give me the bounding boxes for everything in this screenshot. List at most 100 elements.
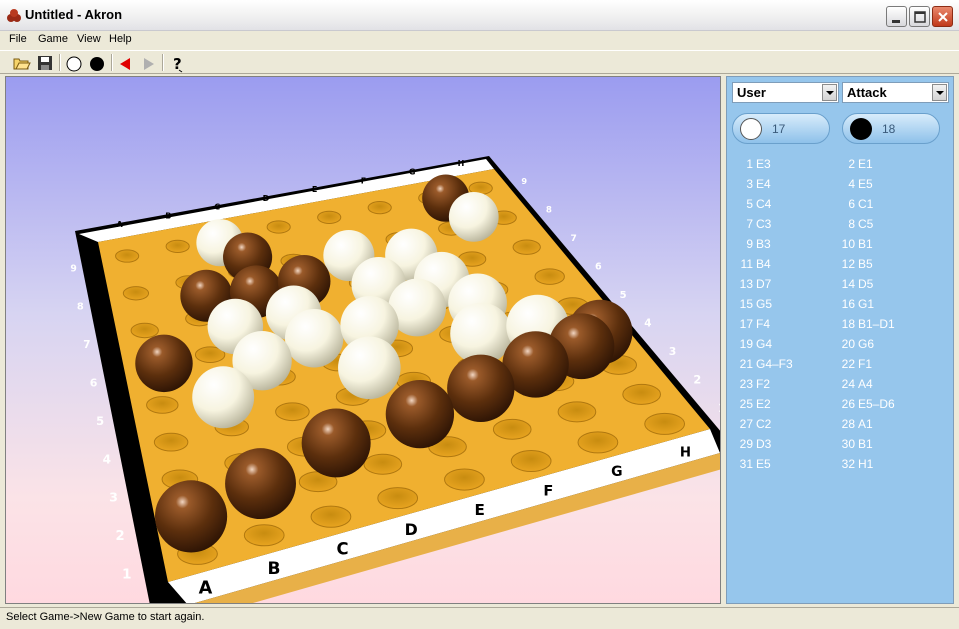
move-value: F1 [858, 357, 873, 371]
menu-file[interactable]: File [9, 33, 27, 45]
board-hole[interactable] [622, 383, 661, 405]
board-coordinate-label: 5 [96, 414, 104, 428]
move-entry: 7 C3 [727, 217, 771, 231]
board-hole[interactable] [644, 412, 686, 435]
move-entry: 13 D7 [727, 277, 772, 291]
move-entry: 21 G4–F3 [727, 357, 793, 371]
move-number: 15 [739, 297, 753, 311]
menu-bar: File Game View Help [0, 31, 959, 49]
board-hole[interactable] [534, 268, 565, 285]
black-ball[interactable] [385, 379, 455, 449]
board-coordinate-label: 3 [109, 490, 118, 505]
white-ball[interactable] [192, 366, 255, 429]
strategy-select[interactable]: Attack [842, 82, 949, 103]
black-ball[interactable] [154, 480, 228, 553]
black-score-button[interactable]: 18 [842, 113, 940, 144]
save-button[interactable] [35, 53, 55, 73]
board-hole[interactable] [492, 418, 532, 440]
black-ball[interactable] [225, 448, 296, 520]
board-hole[interactable] [243, 524, 285, 547]
board-hole[interactable] [266, 220, 291, 234]
move-entry: 32 H1 [829, 457, 874, 471]
board-hole[interactable] [377, 487, 419, 510]
white-disc-icon [740, 118, 762, 140]
black-disc-icon [850, 118, 872, 140]
move-entry: 1 E3 [727, 157, 770, 171]
game-board[interactable]: ABCDEFGHABCDEFGH123456789123456789 [6, 77, 721, 604]
white-ball[interactable] [448, 191, 499, 242]
white-score-button[interactable]: 17 [732, 113, 830, 144]
black-score: 18 [882, 122, 896, 136]
black-piece-button[interactable] [87, 53, 107, 73]
board-hole[interactable] [510, 449, 552, 473]
close-button[interactable] [932, 6, 953, 27]
menu-help[interactable]: Help [109, 33, 132, 45]
help-button[interactable]: ? [167, 53, 187, 73]
move-number: 7 [746, 217, 753, 231]
board-hole[interactable] [577, 431, 619, 454]
move-entry: 4 E5 [829, 177, 872, 191]
board-hole[interactable] [146, 396, 179, 414]
board-hole[interactable] [367, 201, 392, 215]
move-value: C3 [756, 217, 772, 231]
board-coordinate-label: G [409, 168, 416, 177]
board-hole[interactable] [130, 322, 159, 339]
board-hole[interactable] [153, 432, 189, 452]
move-value: B1 [858, 237, 873, 251]
move-number: 13 [739, 277, 753, 291]
board-hole[interactable] [317, 210, 342, 224]
move-value: G4 [756, 337, 773, 351]
redo-arrow-icon [144, 58, 154, 70]
white-piece-button[interactable] [64, 53, 84, 73]
board-coordinate-label: E [312, 185, 317, 194]
app-icon [7, 9, 21, 22]
black-ball[interactable] [447, 354, 515, 422]
menu-view[interactable]: View [77, 33, 101, 45]
board-hole[interactable] [557, 401, 597, 423]
board-coordinate-label: C [214, 203, 220, 212]
undo-button[interactable] [116, 53, 136, 73]
board-coordinate-label: 7 [83, 339, 90, 351]
board-coordinate-label: 4 [644, 317, 651, 329]
black-ball[interactable] [301, 408, 371, 478]
board-coordinate-label: B [268, 559, 281, 579]
white-ball[interactable] [338, 336, 401, 400]
move-value: D5 [858, 277, 874, 291]
move-entry: 9 B3 [727, 237, 770, 251]
white-ball[interactable] [284, 309, 344, 368]
move-value: B1–D1 [858, 317, 895, 331]
chevron-down-icon[interactable] [822, 84, 837, 101]
board-hole[interactable] [275, 402, 310, 422]
board-hole[interactable] [115, 249, 140, 263]
move-number: 32 [841, 457, 855, 471]
minimize-button[interactable] [886, 6, 907, 27]
move-entry: 22 F1 [829, 357, 872, 371]
player-mode-select[interactable]: User [732, 82, 839, 103]
undo-arrow-icon [120, 58, 130, 70]
board-coordinate-label: H [458, 159, 465, 168]
board-coordinate-label: C [337, 539, 349, 558]
open-button[interactable] [12, 53, 32, 73]
menu-game[interactable]: Game [38, 33, 68, 45]
board-view[interactable]: ABCDEFGHABCDEFGH123456789123456789 [5, 76, 721, 604]
move-value: H1 [858, 457, 874, 471]
board-hole[interactable] [310, 505, 352, 528]
move-value: E4 [756, 177, 771, 191]
move-number: 18 [841, 317, 855, 331]
board-hole[interactable] [444, 468, 485, 491]
board-hole[interactable] [165, 239, 190, 253]
move-entry: 28 A1 [829, 417, 873, 431]
move-value: B1 [858, 437, 873, 451]
move-entry: 27 C2 [727, 417, 772, 431]
board-hole[interactable] [363, 453, 403, 475]
move-number: 24 [841, 377, 855, 391]
help-icon: ? [173, 55, 183, 73]
board-coordinate-label: 4 [103, 452, 111, 466]
redo-button[interactable] [138, 53, 158, 73]
black-ball[interactable] [135, 334, 193, 393]
chevron-down-icon[interactable] [932, 84, 947, 101]
move-number: 14 [841, 277, 855, 291]
maximize-button[interactable] [909, 6, 930, 27]
board-hole[interactable] [512, 239, 541, 255]
board-hole[interactable] [122, 286, 150, 301]
